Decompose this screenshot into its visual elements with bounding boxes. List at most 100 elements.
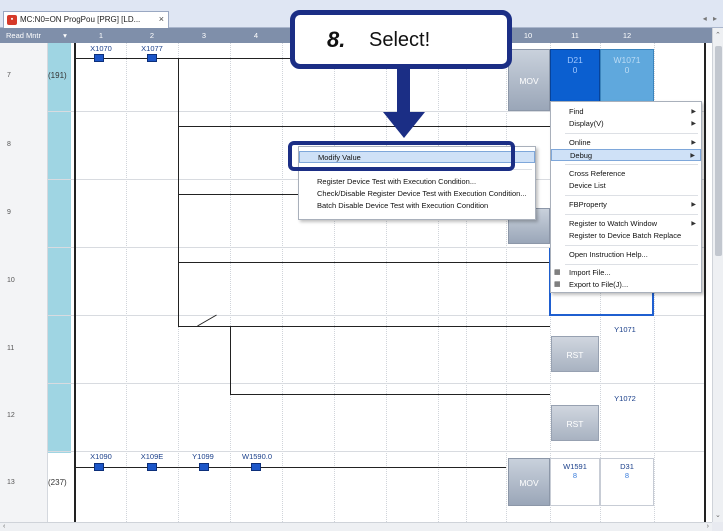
operand-d31[interactable]: D31 8: [600, 458, 654, 506]
submenu-arrow-icon: ▶: [691, 221, 696, 227]
operand-d31-label: D31: [620, 462, 634, 471]
submenu-arrow-icon: ▶: [690, 153, 695, 159]
debug-menu-item[interactable]: Debug ▶: [551, 149, 701, 161]
contact-label: W1590.0: [241, 452, 273, 461]
contact-label: X1077: [141, 44, 163, 53]
import-file-label: Import File...: [569, 268, 611, 277]
rst-instruction[interactable]: RST: [551, 405, 599, 441]
find-menu-label: Find: [569, 107, 584, 116]
register-watch-window-label: Register to Watch Window: [569, 219, 658, 228]
row-divider: [48, 383, 704, 384]
fbproperty-menu-item[interactable]: FBProperty ▶: [551, 199, 701, 211]
coil-y1071-label: Y1071: [614, 325, 636, 334]
contact-x109e[interactable]: [147, 463, 157, 471]
menu-separator: [565, 164, 698, 165]
mov-instruction[interactable]: MOV: [508, 458, 550, 506]
branch-wire: [178, 58, 179, 326]
row-number: 9: [7, 209, 11, 216]
contact-x1090[interactable]: [94, 463, 104, 471]
left-power-rail: [74, 43, 76, 522]
contact-label: Y1099: [192, 452, 214, 461]
batch-disable-device-test-menu-item[interactable]: Batch Disable Device Test with Execution…: [299, 200, 535, 212]
row-number: 7: [7, 72, 11, 79]
instruction-callout: 8. Select!: [290, 10, 512, 69]
selected-rung-bar: [48, 43, 71, 453]
operand-w1591[interactable]: W1591 8: [550, 458, 600, 506]
column-number: 12: [622, 31, 632, 40]
column-number: 2: [149, 31, 155, 40]
scroll-up-icon[interactable]: ⌃: [715, 31, 721, 39]
scroll-thumb[interactable]: [715, 46, 722, 256]
contact-label: X1070: [90, 44, 112, 53]
row-number: 13: [7, 479, 15, 486]
rst-instruction[interactable]: RST: [551, 336, 599, 372]
ladder-program-icon: ▪: [7, 15, 17, 25]
row-number: 8: [7, 141, 11, 148]
scroll-left-icon[interactable]: ‹: [3, 523, 5, 530]
rung-wire: [76, 467, 506, 468]
operand-d21-label: D21: [567, 55, 583, 65]
column-number: 10: [523, 31, 533, 40]
register-device-test-menu-item[interactable]: Register Device Test with Execution Cond…: [299, 176, 535, 188]
rung-wire: [178, 126, 550, 127]
device-list-menu-item[interactable]: Device List: [551, 180, 701, 192]
operand-w1591-label: W1591: [563, 462, 587, 471]
menu-separator: [565, 245, 698, 246]
program-tab[interactable]: ▪ MC:N0=ON ProgPou [PRG] [LD... ×: [3, 11, 169, 28]
debug-menu-label: Debug: [570, 151, 593, 160]
ladder-editor[interactable]: Read Mntr ▾ 1 2 3 4 5 6 7 8 9 10 11 12 7…: [0, 28, 712, 522]
find-menu-item[interactable]: Find ▶: [551, 106, 701, 118]
contact-y1099[interactable]: [199, 463, 209, 471]
modify-value-highlight-frame: [288, 141, 515, 171]
column-number: 11: [571, 31, 579, 40]
export-file-menu-item[interactable]: ▦ Export to File(J)...: [551, 279, 701, 291]
contact-x1077[interactable]: [147, 54, 157, 62]
online-menu-item[interactable]: Online ▶: [551, 137, 701, 149]
read-monitor-mode-label: Read Mntr: [6, 31, 42, 40]
mov-instruction[interactable]: MOV: [508, 49, 550, 111]
vertical-scrollbar[interactable]: ⌃ ⌄: [712, 28, 723, 522]
register-device-batch-replace-menu-item[interactable]: Register to Device Batch Replace: [551, 230, 701, 242]
branch-wire: [230, 326, 231, 394]
rung-wire: [230, 394, 550, 395]
cross-reference-menu-item[interactable]: Cross Reference: [551, 168, 701, 180]
submenu-arrow-icon: ▶: [691, 140, 696, 146]
operand-w1071-value: 0: [624, 65, 630, 75]
close-tab-icon[interactable]: ×: [159, 12, 164, 27]
column-number: 1: [98, 31, 104, 40]
tab-scroll-arrows[interactable]: ◂ ▸: [703, 14, 719, 23]
callout-arrow-head: [383, 112, 425, 138]
check-disable-device-test-menu-item[interactable]: Check/Disable Register Device Test with …: [299, 188, 535, 200]
callout-text: Select!: [369, 29, 431, 51]
open-instruction-help-menu-item[interactable]: Open Instruction Help...: [551, 249, 701, 261]
scroll-right-icon[interactable]: ›: [707, 523, 709, 530]
menu-separator: [565, 214, 698, 215]
column-number: 3: [201, 31, 207, 40]
submenu-arrow-icon: ▶: [691, 109, 696, 115]
submenu-arrow-icon: ▶: [691, 121, 696, 127]
operand-w1071-label: W1071: [613, 55, 641, 65]
column-number: 4: [253, 31, 259, 40]
scroll-down-icon[interactable]: ⌄: [715, 511, 721, 519]
menu-separator: [565, 133, 698, 134]
fbproperty-menu-label: FBProperty: [569, 200, 607, 209]
row-number: 12: [7, 412, 15, 419]
program-tab-title: MC:N0=ON ProgPou [PRG] [LD...: [20, 15, 141, 24]
display-menu-item[interactable]: Display(V) ▶: [551, 118, 701, 130]
contact-x1070[interactable]: [94, 54, 104, 62]
context-menu: Find ▶ Display(V) ▶ Online ▶ Debug ▶ Cross R…: [550, 101, 702, 293]
contact-w1590[interactable]: [251, 463, 261, 471]
display-menu-label: Display(V): [569, 119, 604, 128]
menu-separator: [565, 195, 698, 196]
import-file-menu-item[interactable]: ▦ Import File...: [551, 267, 701, 279]
horizontal-scrollbar[interactable]: ‹ ›: [0, 522, 712, 531]
operand-d21-value: 0: [572, 65, 578, 75]
operand-d31-value: 8: [624, 471, 630, 480]
nc-contact[interactable]: [197, 314, 217, 327]
submenu-arrow-icon: ▶: [691, 202, 696, 208]
step-number: (237): [48, 478, 67, 487]
row-number: 11: [7, 345, 15, 352]
import-file-icon: ▦: [554, 269, 561, 276]
mode-dropdown-icon[interactable]: ▾: [58, 28, 72, 43]
register-watch-window-menu-item[interactable]: Register to Watch Window ▶: [551, 218, 701, 230]
